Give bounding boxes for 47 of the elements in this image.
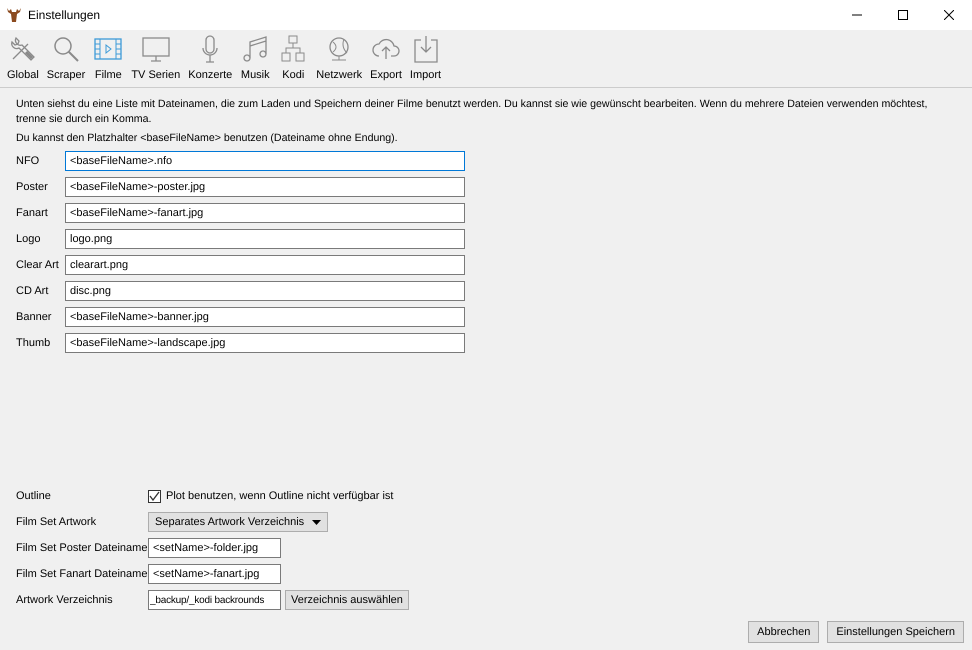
filename-field[interactable]: <baseFileName>.nfo [65, 151, 465, 171]
filename-field[interactable]: <baseFileName>-landscape.jpg [65, 333, 465, 353]
checkbox[interactable] [148, 490, 161, 502]
cancel-button[interactable]: Abbrechen [748, 621, 820, 643]
field-label: Poster [16, 180, 49, 195]
filename-field[interactable]: logo.png [65, 229, 465, 249]
description-text: Unten siehst du eine Liste mit Dateinamen, die zum Laden und Speichern deiner Filme benutzt werden. Du kannst sie wie gewünscht bearbeiten. Wenn du mehrere Dateien verwenden möchtest, trenne sie durch ein Komma. [16, 97, 928, 127]
deer-logo-icon [6, 7, 22, 23]
filename-field[interactable]: disc.png [65, 281, 465, 301]
option-label: Film Set Artwork [16, 514, 98, 530]
toolbar-tab[interactable]: Import [406, 34, 444, 84]
filename-field[interactable]: <baseFileName>-fanart.jpg [65, 203, 465, 223]
filename-field[interactable]: <setName>-fanart.jpg [148, 564, 281, 584]
hint-text: Du kannst den Platzhalter <baseFileName> benutzen (Dateiname ohne Endung). [16, 131, 399, 146]
field-label: NFO [16, 154, 40, 169]
filename-field[interactable]: <setName>-folder.jpg [148, 538, 281, 558]
option-label: Film Set Fanart Dateiname [16, 566, 148, 582]
folder-field[interactable]: _backup/_kodi backrounds [148, 590, 281, 610]
filename-field[interactable]: <baseFileName>-poster.jpg [65, 177, 465, 197]
toolbar-tab[interactable]: Scraper [44, 34, 88, 84]
close-icon [944, 10, 954, 20]
filename-field[interactable]: <baseFileName>-banner.jpg [65, 307, 465, 327]
browse-button[interactable]: Verzeichnis auswählen [285, 590, 409, 610]
toolbar-tab[interactable]: Filme [90, 34, 126, 84]
toolbar-tab[interactable]: Konzerte [185, 34, 236, 84]
save-button[interactable]: Einstellungen Speichern [827, 621, 964, 643]
field-label: Fanart [16, 206, 49, 221]
toolbar-tab[interactable]: TV Serien [128, 34, 184, 84]
toolbar-tab[interactable]: Musik [237, 34, 274, 84]
option-label: Outline [16, 488, 52, 504]
field-label: CD Art [16, 284, 50, 299]
option-label: Film Set Poster Dateiname [16, 540, 148, 556]
toolbar-tab[interactable]: Global [4, 34, 42, 84]
filename-field[interactable]: clearart.png [65, 255, 465, 275]
checkbox-label: Plot benutzen, wenn Outline nicht verfügbar ist [166, 488, 394, 504]
toolbar-tab[interactable]: Netzwerk [313, 34, 366, 84]
field-label: Thumb [16, 336, 52, 351]
toolbar-tab[interactable]: Export [367, 34, 405, 84]
field-label: Logo [16, 232, 42, 247]
field-label: Banner [16, 310, 52, 325]
maximize-icon [898, 10, 908, 20]
artwork-dropdown[interactable]: Separates Artwork Verzeichnis [148, 512, 328, 532]
field-label: Clear Art [16, 258, 60, 273]
option-label: Artwork Verzeichnis [16, 592, 114, 608]
caret-icon [312, 520, 322, 524]
window-title: Einstellungen [28, 7, 100, 24]
toolbar-tab[interactable]: Kodi [275, 34, 312, 84]
